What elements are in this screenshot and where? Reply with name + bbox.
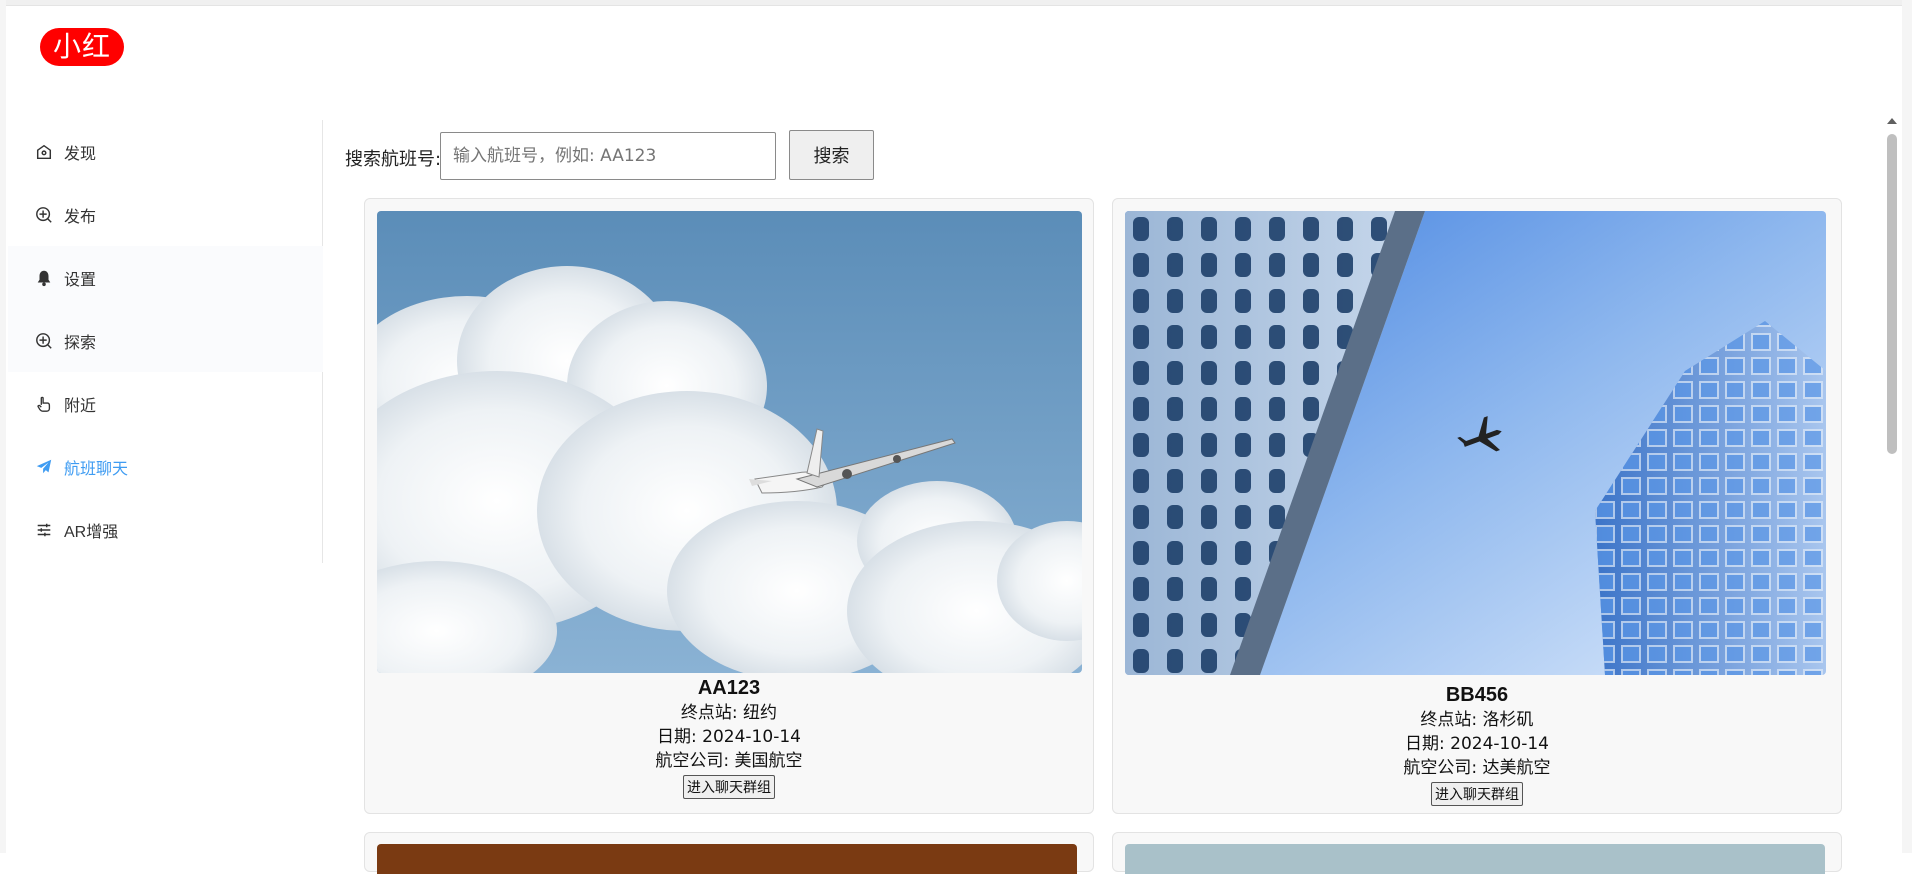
flight-date: 日期: 2024-10-14 <box>1405 734 1549 754</box>
sidebar-item-flight-chat[interactable]: 航班聊天 <box>8 435 323 498</box>
zoom-in-icon <box>34 331 54 351</box>
sidebar-item-label: 发现 <box>64 145 97 163</box>
sidebar-item-label: 探索 <box>64 334 97 352</box>
sidebar-item-explore[interactable]: 探索 <box>8 309 323 372</box>
sidebar-item-label: 发布 <box>64 208 97 226</box>
sidebar-item-label: 附近 <box>64 397 97 415</box>
sidebar-item-nearby[interactable]: 附近 <box>8 372 323 435</box>
airplane-clouds-photo <box>377 211 1082 673</box>
flight-code: AA123 <box>697 677 761 699</box>
flight-photo-partial <box>377 844 1077 874</box>
flight-info: BB456 终点站: 洛杉矶 日期: 2024-10-14 航空公司: 达美航空… <box>1113 683 1841 806</box>
flight-code: BB456 <box>1445 684 1509 706</box>
flight-destination: 终点站: 洛杉矶 <box>1420 710 1534 730</box>
bell-icon <box>34 268 54 288</box>
flight-card-partial <box>1112 832 1842 874</box>
flight-airline: 航空公司: 美国航空 <box>655 751 803 771</box>
flight-search-input[interactable] <box>440 132 776 180</box>
flight-info: AA123 终点站: 纽约 日期: 2024-10-14 航空公司: 美国航空 … <box>365 676 1093 799</box>
vertical-scrollbar[interactable] <box>1884 112 1900 853</box>
flight-card-partial <box>364 832 1094 874</box>
plus-circle-icon <box>34 205 54 225</box>
search-button[interactable]: 搜索 <box>789 130 874 180</box>
sidebar-item-label: 设置 <box>64 271 97 289</box>
join-chat-button[interactable]: 进入聊天群组 <box>683 775 775 799</box>
flight-date: 日期: 2024-10-14 <box>657 727 801 747</box>
sidebar-nav: 发现 发布 设置 探索 附近 航班聊天 AR增强 <box>8 120 323 563</box>
sidebar-item-label: AR增强 <box>64 523 119 541</box>
sidebar-item-label: 航班聊天 <box>64 460 129 478</box>
skyscrapers-airplane-photo <box>1125 211 1826 675</box>
window-right-border <box>1902 0 1912 853</box>
flight-card: AA123 终点站: 纽约 日期: 2024-10-14 航空公司: 美国航空 … <box>364 198 1094 814</box>
sidebar-item-settings[interactable]: 设置 <box>8 246 323 309</box>
window-left-border <box>0 0 6 853</box>
search-label: 搜索航班号: <box>345 149 442 170</box>
hand-pointer-icon <box>34 394 54 414</box>
flight-photo-partial <box>1125 844 1825 874</box>
flight-airline: 航空公司: 达美航空 <box>1403 758 1551 778</box>
app-logo[interactable]: 小红书 <box>40 28 124 101</box>
flight-destination: 终点站: 纽约 <box>680 703 778 723</box>
sidebar-item-publish[interactable]: 发布 <box>8 183 323 246</box>
home-icon <box>34 142 54 162</box>
sliders-icon <box>34 520 54 540</box>
join-chat-button[interactable]: 进入聊天群组 <box>1431 782 1523 806</box>
scrollbar-thumb[interactable] <box>1887 134 1897 454</box>
scroll-up-icon[interactable] <box>1887 118 1897 124</box>
window-top-border <box>0 0 1912 6</box>
paper-plane-icon <box>34 457 54 477</box>
flight-card: BB456 终点站: 洛杉矶 日期: 2024-10-14 航空公司: 达美航空… <box>1112 198 1842 814</box>
sidebar-item-discover[interactable]: 发现 <box>8 120 323 183</box>
sidebar-item-ar[interactable]: AR增强 <box>8 498 323 561</box>
